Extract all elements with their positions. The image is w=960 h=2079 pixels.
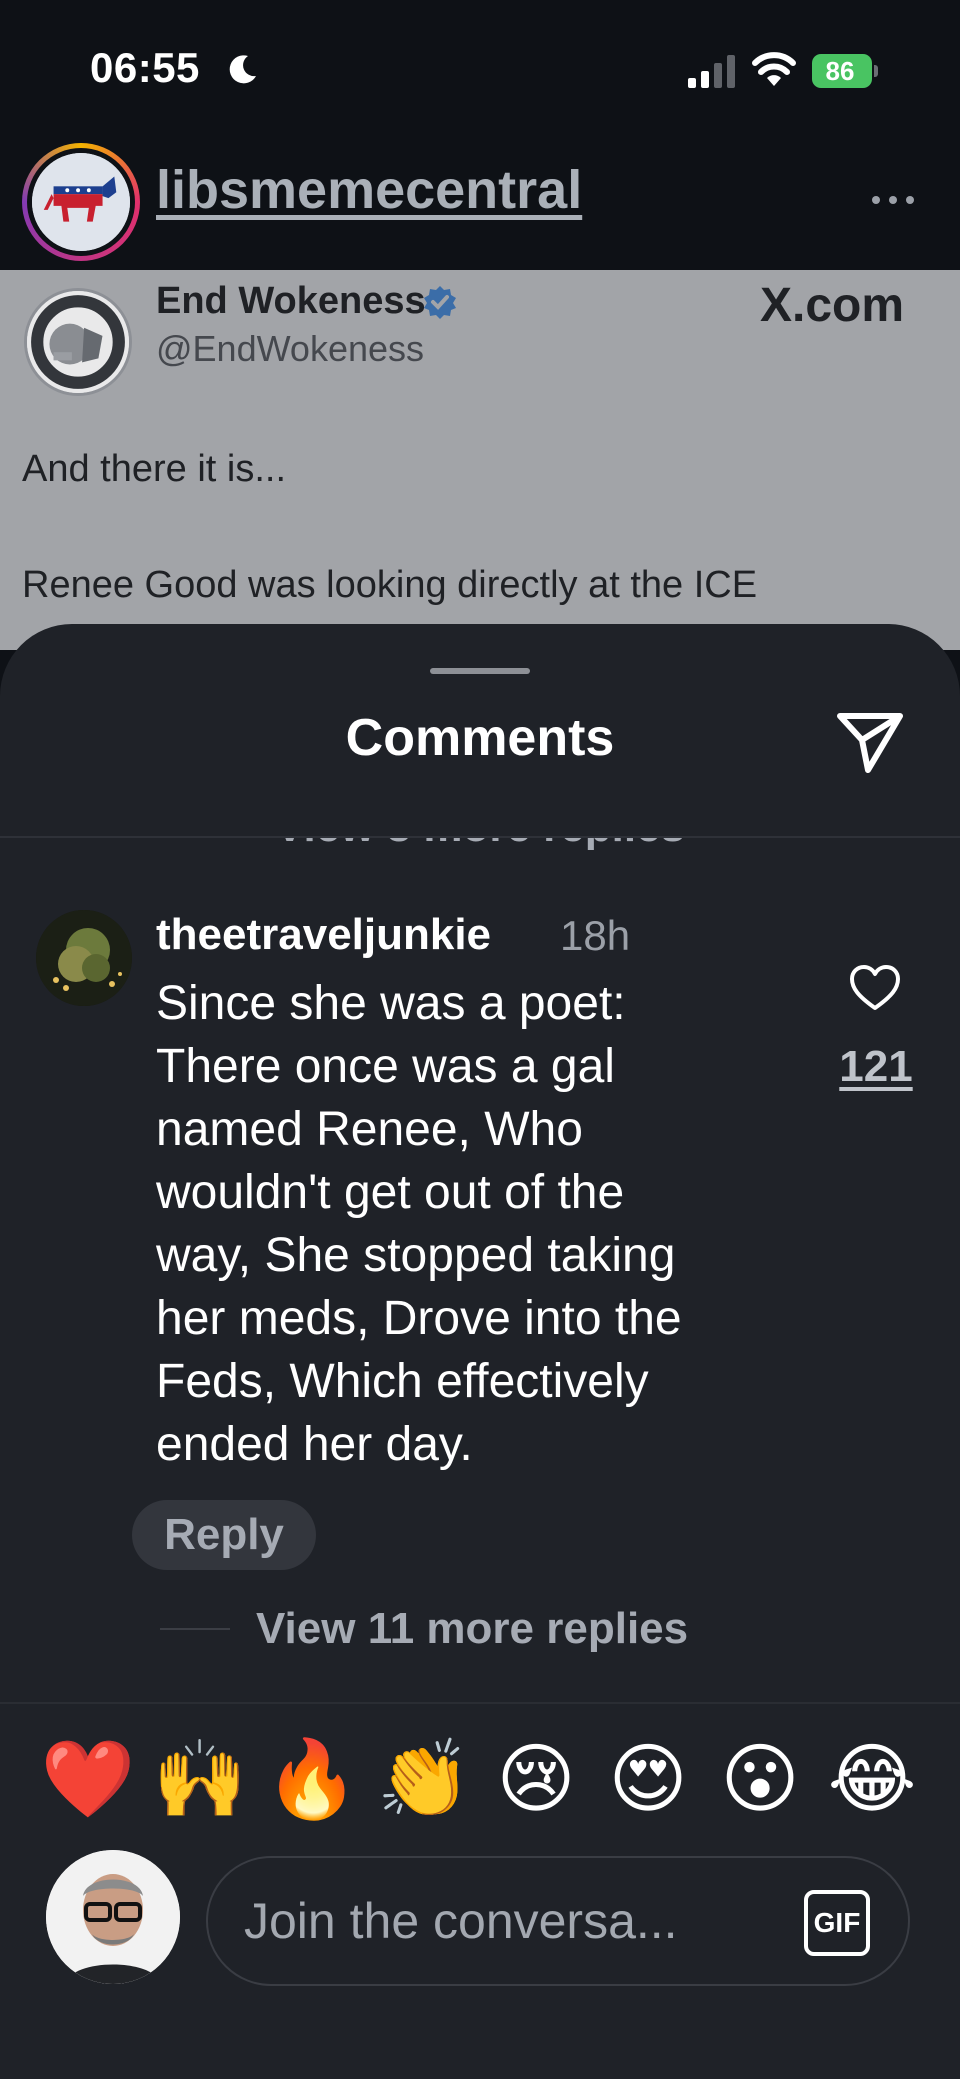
donkey-logo-icon	[32, 153, 130, 251]
account-name-link[interactable]: libsmemecentral	[156, 159, 582, 221]
current-user-avatar[interactable]	[46, 1850, 180, 1984]
more-options-icon[interactable]	[868, 185, 918, 215]
emoji-surprised-face-button[interactable]: 😮	[712, 1732, 808, 1828]
comment-text-line: There once was a gal	[156, 1040, 615, 1093]
tweet-text-line: Renee Good was looking directly at the I…	[22, 564, 758, 606]
sheet-drag-handle[interactable]	[430, 668, 530, 674]
post-header: libsmemecentral	[0, 135, 960, 270]
comment-input-placeholder: Join the conversa...	[244, 1893, 678, 1949]
battery-level: 86	[825, 56, 855, 86]
view-more-replies-link[interactable]: View 3 more replies	[0, 838, 960, 852]
verified-badge-icon	[424, 286, 456, 319]
send-icon[interactable]	[834, 706, 906, 778]
comment-username[interactable]: theetraveljunkie	[156, 910, 491, 960]
x-com-logo: X.com	[760, 279, 905, 332]
emoji-fire-button[interactable]: 🔥	[264, 1732, 360, 1828]
comments-title: Comments	[345, 709, 615, 767]
tweet-author-name: End Wokeness	[156, 280, 426, 322]
embedded-tweet-image: End Wokeness @EndWokeness X.com And ther…	[0, 270, 960, 650]
cellular-signal-icon	[688, 55, 735, 88]
status-bar: 06:55 86	[0, 0, 960, 135]
replies-divider-line	[160, 1628, 230, 1630]
emoji-crying-face-button[interactable]: 😢	[488, 1732, 584, 1828]
comment-timestamp: 18h	[560, 912, 631, 959]
comment-text-line: wouldn't get out of the	[156, 1166, 625, 1219]
emoji-tears-of-joy-button[interactable]: 😂	[824, 1732, 920, 1828]
comment-text-line: ended her day.	[156, 1418, 473, 1471]
emoji-quick-reactions: ❤️ 🙌 🔥 👏 😢 😍 😮 😂	[40, 1732, 920, 1832]
story-ring[interactable]	[22, 143, 140, 261]
emoji-raised-hands-button[interactable]: 🙌	[152, 1732, 248, 1828]
comment-text-line: her meds, Drove into the	[156, 1292, 682, 1345]
commenter-avatar[interactable]	[36, 910, 132, 1006]
tweet-text-line: And there it is...	[22, 448, 287, 490]
emoji-clapping-hands-button[interactable]: 👏	[376, 1732, 472, 1828]
comment-text-line: Feds, Which effectively	[156, 1355, 649, 1408]
tweet-author-handle: @EndWokeness	[156, 328, 425, 369]
emoji-divider	[0, 1702, 960, 1704]
comment-body: Since she was a poet: There once was a g…	[156, 972, 796, 1476]
comment-input[interactable]: Join the conversa... GIF	[206, 1856, 910, 1986]
comment-text-line: Since she was a poet:	[156, 977, 626, 1030]
comments-sheet: Comments View 3 more replies theetravelj…	[0, 624, 960, 2079]
emoji-heart-eyes-button[interactable]: 😍	[600, 1732, 696, 1828]
moon-icon	[229, 55, 256, 84]
comment-text-line: way, She stopped taking	[156, 1229, 676, 1282]
view-more-replies-link[interactable]: View 11 more replies	[256, 1604, 688, 1654]
tweet-author-avatar	[24, 288, 132, 396]
status-time: 06:55	[90, 44, 200, 91]
profile-avatar	[32, 153, 130, 251]
wifi-icon	[752, 52, 796, 86]
emoji-red-heart-button[interactable]: ❤️	[40, 1732, 136, 1828]
battery-indicator: 86	[812, 54, 878, 88]
like-count[interactable]: 121	[826, 1042, 926, 1092]
like-heart-icon[interactable]	[848, 962, 902, 1016]
comment-text-line: named Renee, Who	[156, 1103, 583, 1156]
gif-button[interactable]: GIF	[804, 1890, 870, 1956]
battery-cap	[874, 65, 878, 77]
reply-button[interactable]: Reply	[132, 1500, 316, 1570]
